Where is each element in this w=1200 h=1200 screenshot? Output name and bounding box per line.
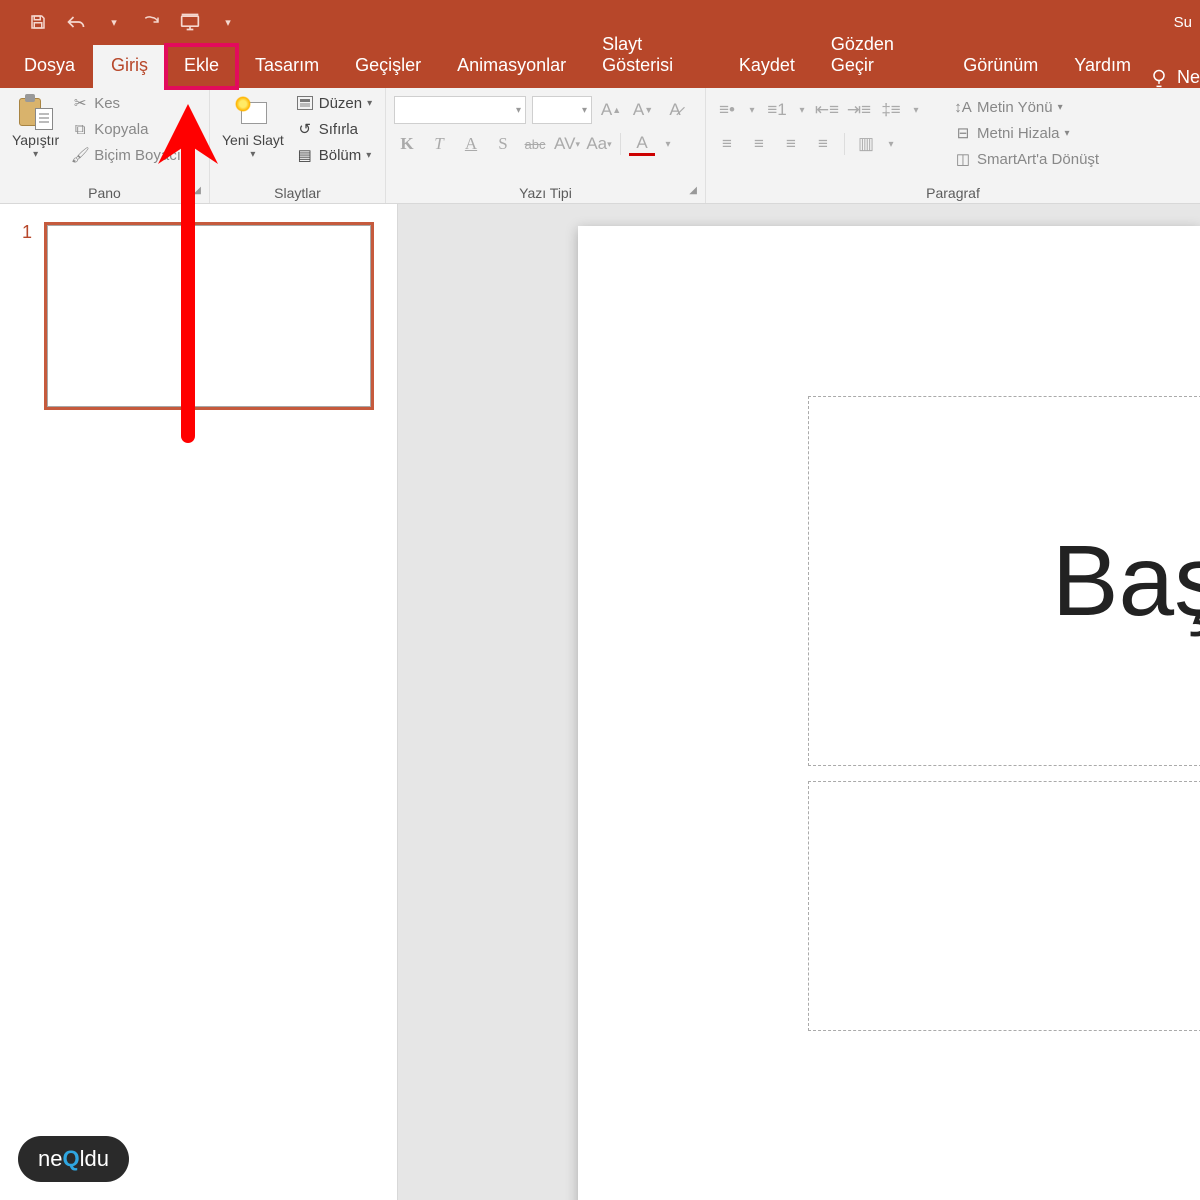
tell-me[interactable]: Ne xyxy=(1149,67,1200,88)
tab-yardim[interactable]: Yardım xyxy=(1056,45,1149,88)
font-size-combo[interactable]: ▾ xyxy=(532,96,592,124)
title-placeholder[interactable]: Başlık xyxy=(808,396,1200,766)
watermark-badge: neQldu xyxy=(18,1136,129,1182)
paste-dropdown-icon[interactable]: ▾ xyxy=(33,149,38,160)
strike-button[interactable]: abc xyxy=(522,132,548,156)
group-paragraf: ≡•▾ ≡1▾ ⇤≡ ⇥≡ ‡≡▾ ≡ ≡ ≡ ≡ ▥▾ ↕A xyxy=(706,88,1200,203)
line-spacing-icon[interactable]: ‡≡ xyxy=(878,98,904,122)
new-slide-icon xyxy=(235,96,271,128)
tab-giris[interactable]: Giriş xyxy=(93,45,166,88)
smartart-button[interactable]: ◫ SmartArt'a Dönüşt xyxy=(952,148,1101,170)
justify-icon[interactable]: ≡ xyxy=(810,132,836,156)
reset-button[interactable]: ↺ Sıfırla xyxy=(294,118,374,140)
group-slaytlar: Yeni Slayt ▾ Düzen ▾ ↺ Sıfırla ▤ Bölüm ▾ xyxy=(210,88,386,203)
layout-button[interactable]: Düzen ▾ xyxy=(294,92,374,114)
slide-canvas[interactable]: Başlık xyxy=(578,226,1200,1200)
tab-dosya[interactable]: Dosya xyxy=(6,45,93,88)
italic-button[interactable]: T xyxy=(426,132,452,156)
copy-icon: ⧉ xyxy=(71,120,89,138)
group-label-slaytlar: Slaytlar xyxy=(218,183,377,201)
shadow-button[interactable]: S xyxy=(490,132,516,156)
decrease-indent-icon[interactable]: ⇤≡ xyxy=(814,98,840,122)
text-direction-button[interactable]: ↕A Metin Yönü▾ xyxy=(952,96,1101,118)
font-color-dropdown-icon[interactable]: ▾ xyxy=(661,132,675,156)
slide-editor-pane[interactable]: Başlık xyxy=(398,204,1200,1200)
cut-button[interactable]: ✂ Kes xyxy=(69,92,194,114)
tab-kaydet[interactable]: Kaydet xyxy=(721,45,813,88)
undo-dropdown-icon[interactable]: ▾ xyxy=(104,12,124,32)
copy-button[interactable]: ⧉ Kopyala xyxy=(69,118,194,140)
slide-thumbnail-1[interactable] xyxy=(44,222,374,410)
slide-number: 1 xyxy=(16,222,32,410)
ribbon-tabs: Dosya Giriş Ekle Tasarım Geçişler Animas… xyxy=(0,44,1200,88)
reset-icon: ↺ xyxy=(296,120,314,138)
smartart-icon: ◫ xyxy=(954,150,972,168)
font-combo[interactable]: ▾ xyxy=(394,96,526,124)
align-center-icon[interactable]: ≡ xyxy=(746,132,772,156)
quick-access-toolbar: ▾ ▾ xyxy=(8,12,238,32)
align-text-button[interactable]: ⊟ Metni Hizala▾ xyxy=(952,122,1101,144)
tell-me-label: Ne xyxy=(1177,67,1200,88)
tab-ekle[interactable]: Ekle xyxy=(166,45,237,88)
save-icon[interactable] xyxy=(28,12,48,32)
scissors-icon: ✂ xyxy=(71,94,89,112)
increase-font-icon[interactable]: A▲ xyxy=(598,98,624,122)
layout-icon xyxy=(296,94,314,112)
bullets-icon[interactable]: ≡• xyxy=(714,98,740,122)
tab-tasarim[interactable]: Tasarım xyxy=(237,45,337,88)
new-slide-button[interactable]: Yeni Slayt ▾ xyxy=(218,92,288,162)
brush-icon: 🖌 xyxy=(71,146,89,164)
pano-launcher-icon[interactable]: ◢ xyxy=(193,185,201,196)
slideshow-icon[interactable] xyxy=(180,12,200,32)
tab-gozden-gecir[interactable]: Gözden Geçir xyxy=(813,24,945,88)
app-title: Su xyxy=(1174,14,1192,31)
ribbon: Yapıştır ▾ ✂ Kes ⧉ Kopyala 🖌 Biçim Boyac… xyxy=(0,88,1200,204)
tab-slayt-gosterisi[interactable]: Slayt Gösterisi xyxy=(584,24,721,88)
change-case-button[interactable]: Aa▾ xyxy=(586,132,612,156)
align-left-icon[interactable]: ≡ xyxy=(714,132,740,156)
qat-customize-icon[interactable]: ▾ xyxy=(218,12,238,32)
align-text-icon: ⊟ xyxy=(954,124,972,142)
align-right-icon[interactable]: ≡ xyxy=(778,132,804,156)
format-painter-button[interactable]: 🖌 Biçim Boyacısı xyxy=(69,144,194,166)
section-button[interactable]: ▤ Bölüm ▾ xyxy=(294,144,374,166)
redo-icon[interactable] xyxy=(142,12,162,32)
tab-gecisler[interactable]: Geçişler xyxy=(337,45,439,88)
separator xyxy=(620,133,621,155)
group-label-pano: Pano ◢ xyxy=(8,183,201,201)
group-label-yazi-tipi: Yazı Tipi ◢ xyxy=(394,183,697,201)
undo-icon[interactable] xyxy=(66,12,86,32)
char-spacing-button[interactable]: AV▾ xyxy=(554,132,580,156)
increase-indent-icon[interactable]: ⇥≡ xyxy=(846,98,872,122)
text-direction-icon: ↕A xyxy=(954,98,972,116)
paste-icon xyxy=(19,94,53,130)
group-label-paragraf: Paragraf xyxy=(714,183,1192,201)
section-icon: ▤ xyxy=(296,146,314,164)
group-yazi-tipi: ▾ ▾ A▲ A▼ A̷ K T A S abc AV▾ Aa▾ A ▾ Yaz… xyxy=(386,88,706,203)
font-launcher-icon[interactable]: ◢ xyxy=(689,185,697,196)
group-pano: Yapıştır ▾ ✂ Kes ⧉ Kopyala 🖌 Biçim Boyac… xyxy=(0,88,210,203)
columns-icon[interactable]: ▥ xyxy=(853,132,879,156)
tab-gorunum[interactable]: Görünüm xyxy=(945,45,1056,88)
decrease-font-icon[interactable]: A▼ xyxy=(630,98,656,122)
numbering-icon[interactable]: ≡1 xyxy=(764,98,790,122)
tab-animasyonlar[interactable]: Animasyonlar xyxy=(439,45,584,88)
underline-button[interactable]: A xyxy=(458,132,484,156)
bold-button[interactable]: K xyxy=(394,132,420,156)
new-slide-dropdown-icon[interactable]: ▾ xyxy=(250,149,255,160)
paste-button[interactable]: Yapıştır ▾ xyxy=(8,92,63,162)
font-color-button[interactable]: A xyxy=(629,132,655,156)
subtitle-placeholder[interactable] xyxy=(808,781,1200,1031)
clear-format-icon[interactable]: A̷ xyxy=(662,98,688,122)
work-area: 1 Başlık xyxy=(0,204,1200,1200)
thumbnail-row: 1 xyxy=(16,222,381,410)
slide-thumbnail-pane[interactable]: 1 xyxy=(0,204,398,1200)
